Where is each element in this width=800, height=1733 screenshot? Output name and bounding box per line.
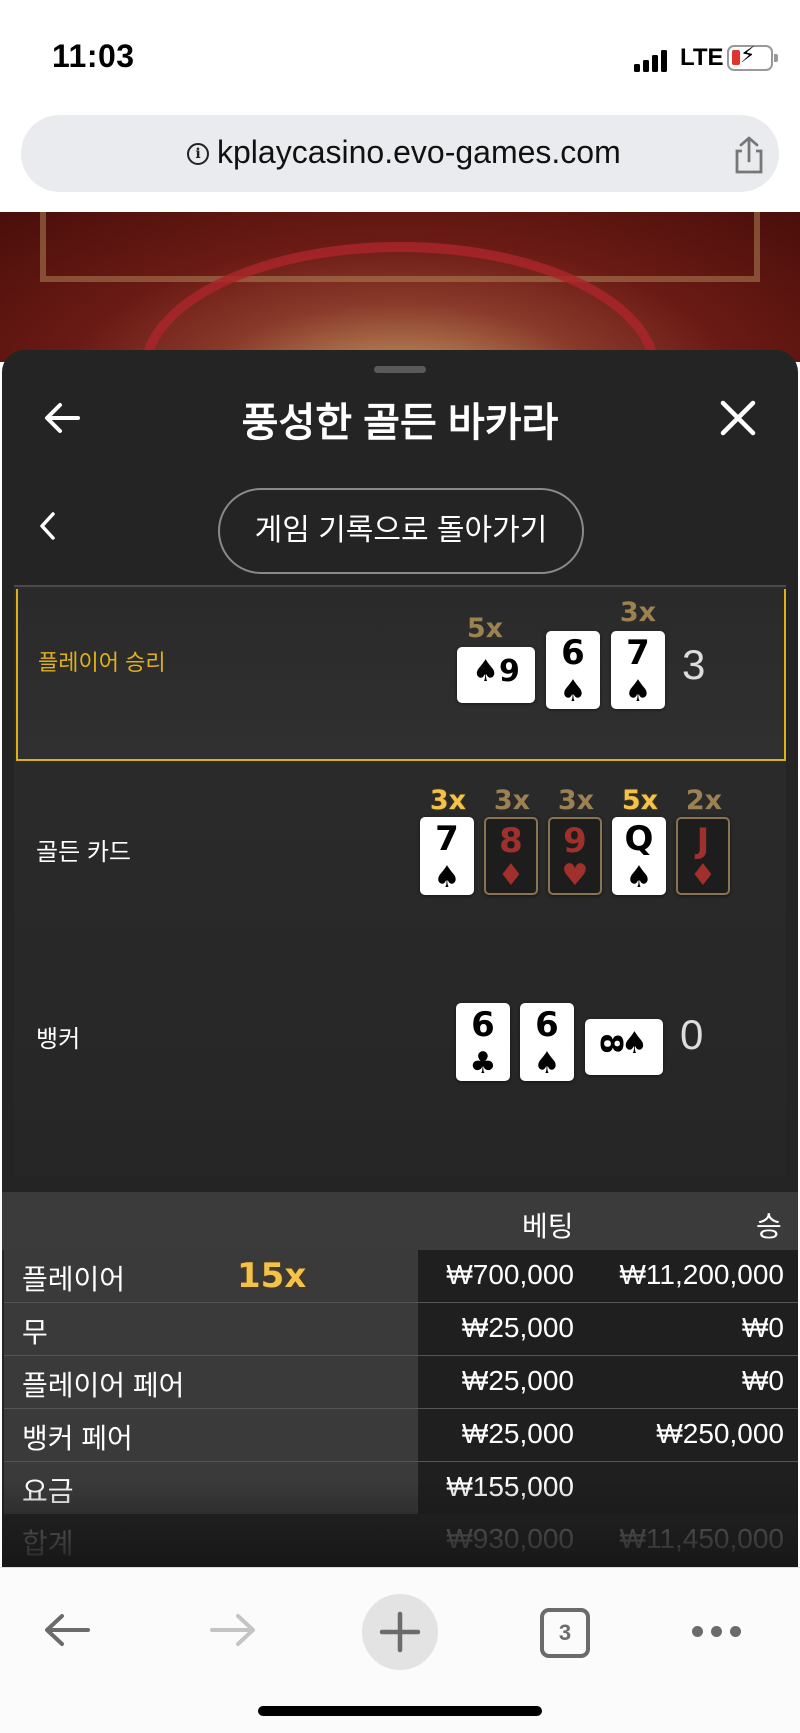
card-suit: ♥ (561, 858, 589, 893)
banker-label: 뱅커 (36, 1026, 81, 1053)
bet-amount: ₩155,000 (446, 1471, 574, 1502)
bet-amount: ₩25,000 (461, 1365, 574, 1396)
win-amount: ₩0 (742, 1365, 784, 1396)
bet-amount: ₩25,000 (461, 1312, 574, 1343)
player-win-label: 플레이어 승리 (38, 650, 166, 675)
share-icon[interactable] (729, 135, 769, 175)
card-suit: ♠ (559, 674, 587, 709)
banker-score: 0 (680, 1011, 704, 1058)
win-amount: ₩11,200,000 (619, 1259, 785, 1290)
nav-back-icon[interactable] (42, 1610, 92, 1650)
status-bar: 11:03 LTE ⚡ (0, 0, 800, 110)
bet-row-banker-pair: 뱅커 페어 ₩25,000 ₩250,000 (4, 1409, 798, 1461)
url-text[interactable]: kplaycasino.evo-games.com (217, 134, 621, 171)
drag-handle[interactable] (374, 366, 426, 373)
golden-card-3: 9 ♥ (548, 817, 602, 895)
bet-table-header: 베팅 승 (2, 1192, 798, 1250)
bet-row-player: 플레이어 15x ₩700,000 ₩11,200,000 (4, 1250, 798, 1302)
bet-row-total: 합계 ₩930,000 ₩11,450,000 (4, 1514, 798, 1566)
total-multiplier: 15x (237, 1256, 307, 1296)
more-icon[interactable] (692, 1626, 742, 1638)
card-suit: ♠ (472, 654, 500, 689)
status-time: 11:03 (52, 38, 135, 74)
card-rank: ♠9 (472, 654, 520, 689)
card-multiplier: 5x (466, 613, 504, 644)
network-label: LTE (680, 44, 724, 71)
card-suit: ♦ (497, 858, 525, 893)
player-result-row: 플레이어 승리 5x ♠9 6 ♠ 3x 7 ♠ 3 (16, 589, 786, 761)
card-rank: Q (624, 819, 654, 859)
tabs-icon[interactable]: 3 (540, 1608, 590, 1658)
plus-icon (379, 1611, 421, 1653)
card-rank-text: 8 (593, 1033, 629, 1054)
bet-row-player-pair: 플레이어 페어 ₩25,000 ₩0 (4, 1356, 798, 1408)
signal-icon (634, 50, 670, 72)
card-rank: 6 (561, 633, 585, 673)
card-suit: ♠ (624, 674, 652, 709)
card-suit: ♠ (433, 860, 461, 895)
home-indicator (258, 1706, 542, 1716)
address-bar[interactable]: i kplaycasino.evo-games.com (21, 115, 779, 192)
card-multiplier: 3x (493, 785, 531, 816)
round-result: 플레이어 승리 5x ♠9 6 ♠ 3x 7 ♠ 3 골든 카드 3x 7 ♠ … (14, 587, 786, 1177)
golden-card-4: Q ♠ (612, 817, 666, 895)
win-amount: ₩11,450,000 (619, 1523, 785, 1554)
game-history-panel: 풍성한 골든 바카라 게임 기록으로 돌아가기 플레이어 승리 5x ♠9 6 … (2, 350, 798, 1567)
bet-table: 베팅 승 플레이어 15x ₩700,000 ₩11,200,000 무 ₩25… (2, 1192, 798, 1567)
player-card-3: 7 ♠ (611, 631, 665, 709)
golden-card-5: J ♦ (676, 817, 730, 895)
bet-name: 요금 (22, 1476, 74, 1507)
bet-amount: ₩700,000 (446, 1259, 574, 1290)
bet-row-fee: 요금 ₩155,000 (4, 1462, 798, 1514)
live-video-preview (0, 212, 800, 502)
card-multiplier: 3x (557, 785, 595, 816)
card-rank: 8♠ (585, 1026, 663, 1061)
player-card-1: ♠9 (457, 647, 535, 703)
banker-card-3: 8♠ (585, 1019, 663, 1075)
chevron-left-icon[interactable] (36, 510, 60, 542)
golden-card-1: 7 ♠ (420, 817, 474, 895)
banker-card-1: 6 ♣ (456, 1003, 510, 1081)
player-score: 3 (682, 641, 706, 688)
battery-icon: ⚡ (727, 44, 778, 71)
card-rank: 9 (563, 821, 587, 861)
win-amount: ₩0 (742, 1312, 784, 1343)
golden-card-label: 골든 카드 (36, 839, 131, 866)
bet-row-tie: 무 ₩25,000 ₩0 (4, 1303, 798, 1355)
close-icon[interactable] (718, 398, 758, 438)
card-multiplier: 3x (429, 785, 467, 816)
card-suit: ♠ (533, 1046, 561, 1081)
column-header-win: 승 (756, 1211, 782, 1242)
card-multiplier: 2x (685, 785, 723, 816)
card-rank: 6 (471, 1005, 495, 1045)
card-suit: ♣ (469, 1046, 497, 1081)
panel-title: 풍성한 골든 바카라 (241, 401, 559, 445)
bet-name: 무 (22, 1317, 48, 1348)
card-multiplier: 5x (621, 785, 659, 816)
card-rank: 7 (435, 819, 459, 859)
info-icon[interactable]: i (187, 143, 209, 165)
player-card-2: 6 ♠ (546, 631, 600, 709)
bet-name: 플레이어 (22, 1264, 126, 1295)
card-suit: ♦ (689, 858, 717, 893)
bet-name: 뱅커 페어 (22, 1423, 133, 1454)
bet-name: 플레이어 페어 (22, 1370, 185, 1401)
card-rank: 6 (535, 1005, 559, 1045)
win-amount: ₩250,000 (656, 1418, 784, 1449)
card-rank: J (696, 821, 710, 861)
nav-forward-icon[interactable] (208, 1610, 258, 1650)
card-multiplier: 3x (619, 597, 657, 628)
banker-card-2: 6 ♠ (520, 1003, 574, 1081)
browser-toolbar: 3 (0, 1567, 800, 1733)
golden-card-2: 8 ♦ (484, 817, 538, 895)
card-rank: 7 (626, 633, 650, 673)
bet-amount: ₩930,000 (446, 1523, 574, 1554)
card-rank: 8 (499, 821, 523, 861)
back-to-history-button[interactable]: 게임 기록으로 돌아가기 (218, 488, 584, 574)
card-suit: ♠ (625, 860, 653, 895)
new-tab-button[interactable] (362, 1594, 438, 1670)
bet-amount: ₩25,000 (461, 1418, 574, 1449)
column-header-bet: 베팅 (522, 1211, 574, 1242)
bet-name: 합계 (22, 1528, 74, 1559)
